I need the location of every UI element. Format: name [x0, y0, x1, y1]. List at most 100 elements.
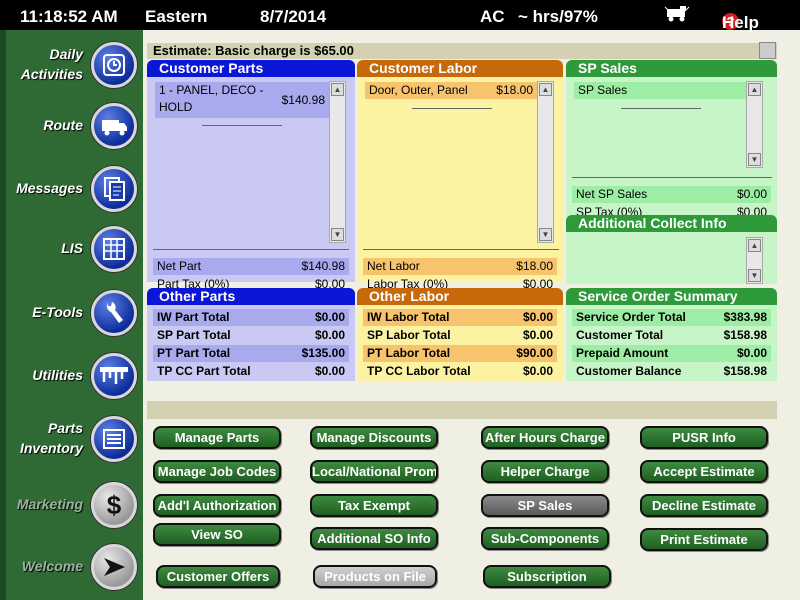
- summary-label: Service Order Total: [576, 310, 686, 324]
- after-hours-charge-button[interactable]: After Hours Charge: [481, 426, 609, 449]
- other-parts-label: TP CC Part Total: [157, 364, 251, 378]
- other-labor-row: TP CC Labor Total $0.00: [363, 363, 557, 380]
- sidebar-item-marketing[interactable]: Marketing $: [0, 476, 143, 538]
- customer-offers-button[interactable]: Customer Offers: [156, 565, 280, 588]
- divider: [572, 177, 772, 178]
- scroll-up-icon[interactable]: ▲: [748, 83, 761, 96]
- sidebar-item-label: Utilities: [32, 367, 83, 383]
- documents-icon: [91, 166, 137, 212]
- sidebar-item-e-tools[interactable]: E-Tools: [0, 284, 143, 346]
- other-parts-title: Other Parts: [147, 288, 355, 305]
- other-parts-label: IW Part Total: [157, 310, 230, 324]
- battery-status: ~ hrs/97%: [518, 7, 598, 26]
- additional-collect-scrollbar[interactable]: ▲ ▼: [746, 237, 763, 284]
- sp-sales-scrollbar[interactable]: ▲ ▼: [746, 81, 763, 168]
- sidebar-item-label: Messages: [16, 180, 83, 196]
- estimate-banner: Estimate: Basic charge is $65.00: [147, 43, 777, 59]
- sidebar-item-label: Daily Activities: [20, 46, 83, 82]
- scroll-down-icon[interactable]: ▼: [748, 153, 761, 166]
- view-so-button[interactable]: View SO: [153, 523, 281, 546]
- manage-job-codes-button[interactable]: Manage Job Codes: [153, 460, 281, 483]
- summary-value: $383.98: [723, 310, 767, 324]
- divider: [621, 108, 701, 109]
- dollar-icon: $: [91, 482, 137, 528]
- sp-sales-total-value: $0.00: [736, 187, 767, 201]
- other-labor-label: TP CC Labor Total: [367, 364, 471, 378]
- other-parts-row: PT Part Total $135.00: [153, 345, 349, 362]
- additional-collect-panel: Additional Collect Info ▲ ▼: [566, 215, 777, 284]
- helper-charge-button[interactable]: Helper Charge: [481, 460, 609, 483]
- sp-sales-item-desc: SP Sales: [578, 83, 628, 97]
- summary-value: $158.98: [723, 364, 767, 378]
- other-labor-label: PT Labor Total: [367, 346, 451, 360]
- products-on-file-button[interactable]: Products on File: [313, 565, 437, 588]
- other-labor-value: $90.00: [516, 346, 553, 360]
- sidebar-item-utilities[interactable]: Utilities: [0, 347, 143, 409]
- other-parts-row: IW Part Total $0.00: [153, 309, 349, 326]
- print-estimate-button[interactable]: Print Estimate: [640, 528, 768, 551]
- date-label: 8/7/2014: [260, 7, 327, 26]
- other-parts-row: SP Part Total $0.00: [153, 327, 349, 344]
- customer-parts-panel: Customer Parts 1 - PANEL, DECO - HOLD $1…: [147, 60, 355, 311]
- other-labor-value: $0.00: [522, 364, 553, 378]
- scroll-down-icon[interactable]: ▼: [748, 269, 761, 282]
- other-parts-value: $0.00: [314, 364, 345, 378]
- manage-discounts-button[interactable]: Manage Discounts: [310, 426, 438, 449]
- customer-labor-total-value: $18.00: [516, 259, 553, 273]
- sidebar-item-label: LIS: [61, 240, 83, 256]
- sidebar-item-route[interactable]: Route: [0, 97, 143, 159]
- sidebar-item-label: Parts Inventory: [19, 420, 83, 456]
- time-zone: Eastern: [145, 7, 208, 26]
- sp-sales-panel: SP Sales SP Sales ▲ ▼: [566, 60, 777, 184]
- summary-row: Customer Balance $158.98: [572, 363, 771, 380]
- service-order-summary-panel: Service Order Summary Service Order Tota…: [566, 288, 777, 381]
- summary-row: Prepaid Amount $0.00: [572, 345, 771, 362]
- list-icon: [91, 416, 137, 462]
- sidebar-item-lis[interactable]: LIS: [0, 220, 143, 282]
- additional-so-info-button[interactable]: Additional SO Info: [310, 527, 438, 550]
- sidebar-item-label: Route: [43, 117, 83, 133]
- customer-parts-total-label: Net Part: [157, 259, 202, 273]
- summary-value: $158.98: [723, 328, 767, 342]
- sidebar-item-messages[interactable]: Messages: [0, 160, 143, 222]
- sidebar-item-label: E-Tools: [32, 304, 83, 320]
- tax-exempt-button[interactable]: Tax Exempt: [310, 494, 438, 517]
- other-parts-panel: Other Parts IW Part Total $0.00 SP Part To…: [147, 288, 355, 381]
- power-source: AC: [480, 7, 505, 26]
- summary-label: Customer Total: [576, 328, 664, 342]
- decline-estimate-button[interactable]: Decline Estimate: [640, 494, 768, 517]
- pusr-info-button[interactable]: PUSR Info: [640, 426, 768, 449]
- other-labor-value: $0.00: [522, 328, 553, 342]
- customer-parts-total-row: Net Part $140.98: [153, 258, 349, 275]
- estimate-toggle[interactable]: [759, 42, 776, 59]
- subscription-button[interactable]: Subscription: [483, 565, 611, 588]
- summary-label: Customer Balance: [576, 364, 682, 378]
- sidebar-item-daily-activities[interactable]: Daily Activities: [0, 36, 143, 98]
- other-labor-panel: Other Labor IW Labor Total $0.00 SP Labor …: [357, 288, 563, 381]
- sp-sales-button[interactable]: SP Sales: [481, 494, 609, 517]
- other-labor-row: SP Labor Total $0.00: [363, 327, 557, 344]
- other-labor-row: IW Labor Total $0.00: [363, 309, 557, 326]
- sp-sales-item[interactable]: SP Sales: [574, 82, 747, 99]
- other-labor-value: $0.00: [522, 310, 553, 324]
- main-content: Estimate: Basic charge is $65.00 Custome…: [143, 30, 800, 600]
- sidebar: Daily Activities Route Messages LIS E-Tools Ut…: [0, 30, 143, 600]
- other-parts-value: $135.00: [301, 346, 345, 360]
- scroll-up-icon[interactable]: ▲: [748, 239, 761, 252]
- sub-components-button[interactable]: Sub-Components: [481, 527, 609, 550]
- additional-collect-title: Additional Collect Info: [566, 215, 777, 232]
- vehicle-icon[interactable]: [664, 5, 690, 28]
- sidebar-item-welcome[interactable]: Welcome: [0, 538, 143, 600]
- accept-estimate-button[interactable]: Accept Estimate: [640, 460, 768, 483]
- sidebar-item-label: Marketing: [16, 496, 83, 512]
- addl-authorization-button[interactable]: Add'l Authorization: [153, 494, 281, 517]
- other-parts-row: TP CC Part Total $0.00: [153, 363, 349, 380]
- sp-sales-total-label: Net SP Sales: [576, 187, 648, 201]
- local-national-promo-button[interactable]: Local/National Promo: [310, 460, 438, 483]
- grid-icon: [91, 226, 137, 272]
- other-labor-title: Other Labor: [357, 288, 563, 305]
- service-order-summary-title: Service Order Summary: [566, 288, 777, 305]
- manage-parts-button[interactable]: Manage Parts: [153, 426, 281, 449]
- sidebar-item-parts-inventory[interactable]: Parts Inventory: [0, 410, 143, 472]
- customer-labor-total-label: Net Labor: [367, 259, 420, 273]
